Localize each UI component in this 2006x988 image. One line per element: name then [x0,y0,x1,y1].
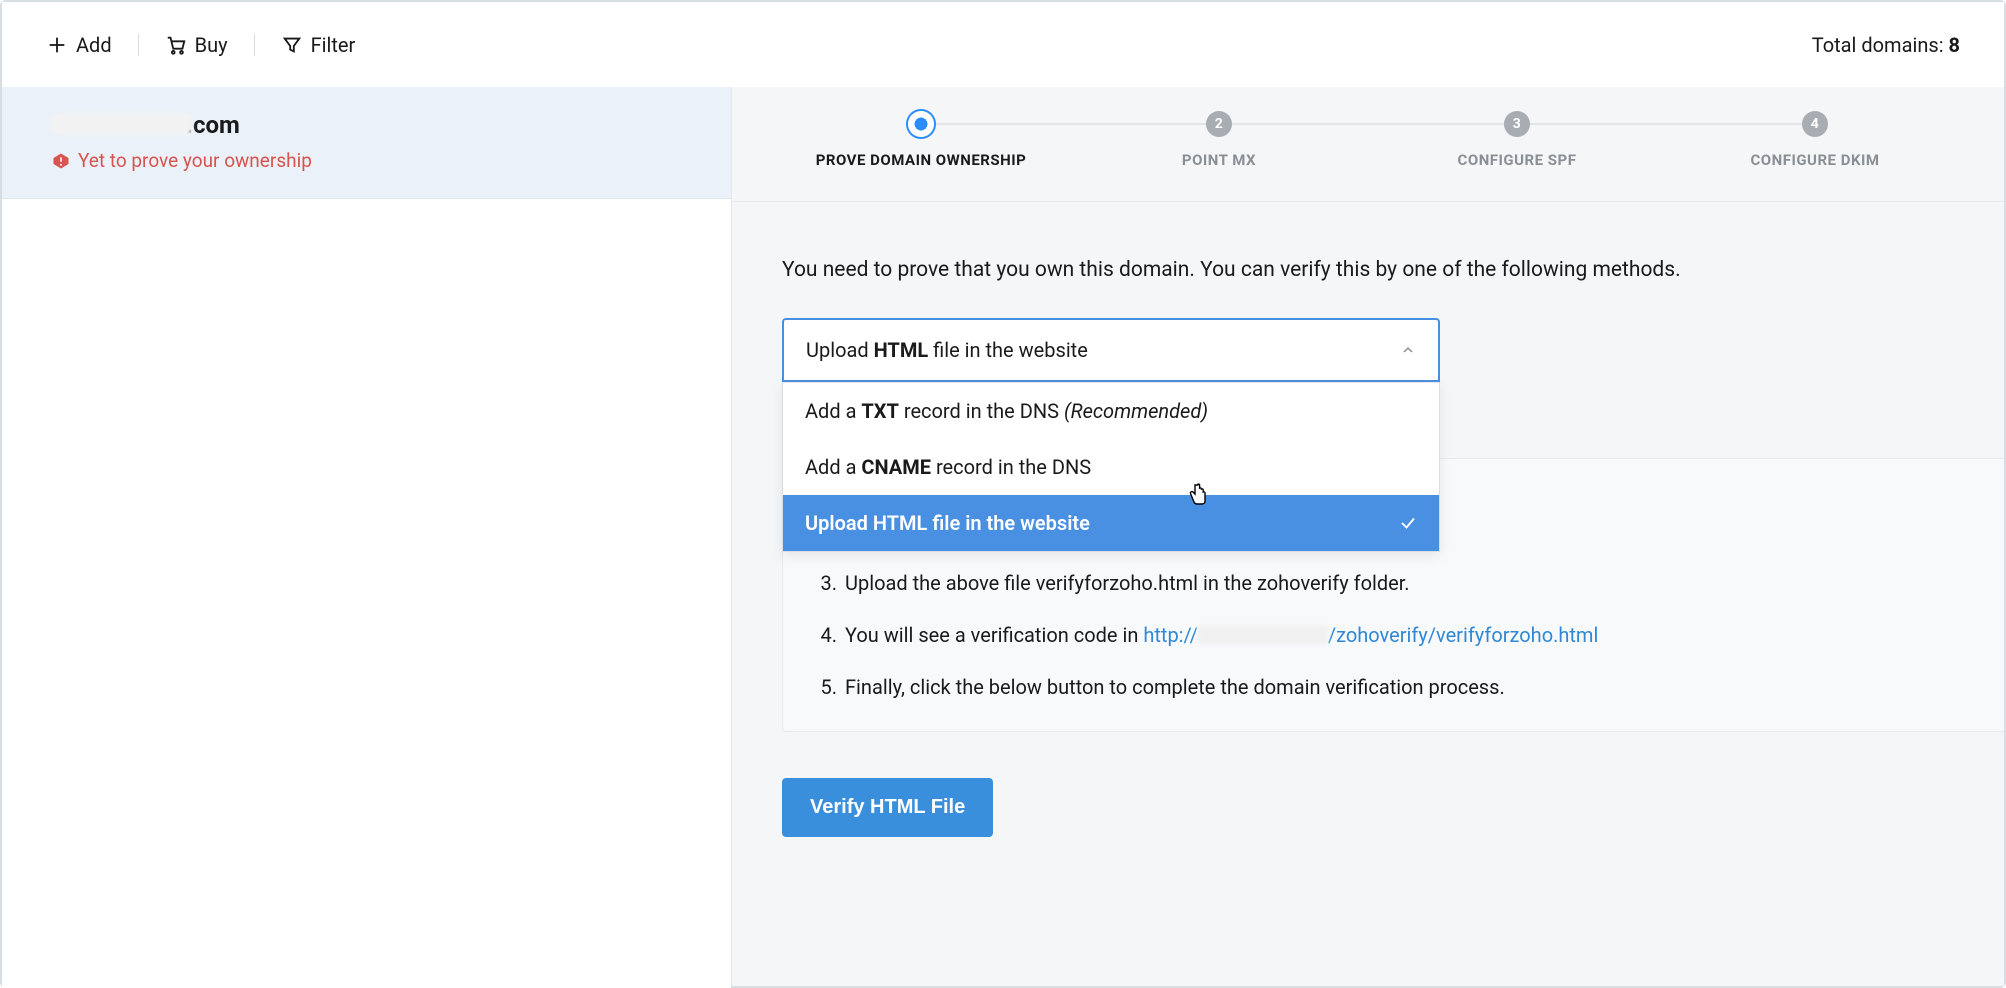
dropdown-selected[interactable]: Upload HTML file in the website [782,318,1440,382]
instruction-step-5: 5. Finally, click the below button to co… [813,675,2004,699]
filter-button[interactable]: Filter [281,33,356,57]
check-icon [1399,514,1417,532]
plus-icon [46,34,68,56]
domain-suffix: .com [186,111,240,139]
add-button[interactable]: Add [46,33,112,57]
domain-status: Yet to prove your ownership [52,149,681,172]
add-label: Add [76,33,112,57]
filter-icon [281,34,303,56]
buy-button[interactable]: Buy [165,33,228,57]
verify-html-file-button[interactable]: Verify HTML File [782,778,993,837]
intro-text: You need to prove that you own this doma… [782,258,1944,282]
top-toolbar: Add Buy Filter Total domains: 8 [2,2,2004,87]
verification-url-link[interactable]: http:///zohoverify/verifyforzoho.html [1143,623,1598,647]
total-domains-count: 8 [1949,33,1960,57]
warning-icon [52,152,70,170]
step-label: CONFIGURE SPF [1458,151,1577,169]
step-configure-spf[interactable]: 3 CONFIGURE SPF [1368,111,1666,169]
total-domains-label: Total domains: [1812,33,1949,57]
main-panel: 1 PROVE DOMAIN OWNERSHIP 2 POINT MX 3 CO… [732,87,2004,986]
buy-label: Buy [195,33,228,57]
step-label: CONFIGURE DKIM [1750,151,1879,169]
domain-name: .com [52,111,681,139]
step-label: PROVE DOMAIN OWNERSHIP [816,151,1027,169]
domain-list-item[interactable]: .com Yet to prove your ownership [2,87,731,199]
option-cname-record[interactable]: Add a CNAME record in the DNS [783,439,1439,495]
dropdown-options: Add a TXT record in the DNS (Recommended… [782,382,1440,552]
instruction-step-3: 3. Upload the above file verifyforzoho.h… [813,571,2004,595]
step-label: POINT MX [1182,151,1256,169]
chevron-up-icon [1400,342,1416,358]
domain-sidebar: .com Yet to prove your ownership [2,87,732,986]
option-upload-html[interactable]: Upload HTML file in the website [783,495,1439,551]
total-domains: Total domains: 8 [1812,33,1960,57]
toolbar-divider [138,34,139,56]
option-txt-record[interactable]: Add a TXT record in the DNS (Recommended… [783,382,1439,439]
step-configure-dkim[interactable]: 4 CONFIGURE DKIM [1666,111,1964,169]
cart-icon [165,34,187,56]
step-prove-ownership[interactable]: 1 PROVE DOMAIN OWNERSHIP [772,111,1070,169]
wizard-steps: 1 PROVE DOMAIN OWNERSHIP 2 POINT MX 3 CO… [732,87,2004,202]
toolbar-divider [254,34,255,56]
instruction-step-4: 4. You will see a verification code in h… [813,623,2004,647]
filter-label: Filter [311,33,356,57]
domain-status-text: Yet to prove your ownership [78,149,312,172]
verification-method-dropdown[interactable]: Upload HTML file in the website Add a TX… [782,318,1440,552]
step-point-mx[interactable]: 2 POINT MX [1070,111,1368,169]
